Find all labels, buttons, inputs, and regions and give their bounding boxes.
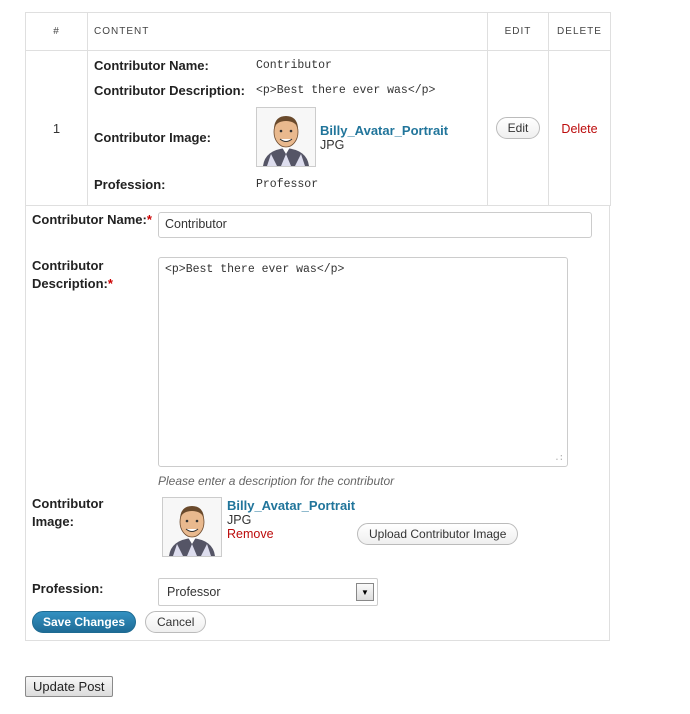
avatar-portrait-icon	[263, 116, 309, 166]
row-number: 1	[25, 50, 88, 206]
upload-image-button[interactable]: Upload Contributor Image	[357, 523, 519, 545]
avatar-thumbnail	[256, 107, 316, 167]
description-hint: Please enter a description for the contr…	[158, 474, 395, 488]
chevron-down-icon[interactable]: ▼	[356, 583, 374, 601]
column-header-delete: DELETE	[548, 12, 611, 51]
delete-cell: Delete	[548, 50, 611, 206]
form-image-type: JPG	[227, 513, 252, 527]
form-name-label: Contributor Name:*	[32, 211, 152, 229]
avatar-portrait-icon	[169, 506, 215, 556]
row-name-value: Contributor	[256, 59, 332, 72]
form-description-label-text: Contributor Description:	[32, 258, 108, 291]
form-image-name-link[interactable]: Billy_Avatar_Portrait	[227, 498, 355, 513]
cancel-button[interactable]: Cancel	[145, 611, 207, 633]
row-image-name-link[interactable]: Billy_Avatar_Portrait	[320, 123, 448, 138]
column-header-edit: EDIT	[487, 12, 549, 51]
remove-image-link[interactable]: Remove	[227, 527, 355, 541]
column-header-number: #	[25, 12, 88, 51]
table-row: 1 Contributor Name: Contributor Contribu…	[25, 50, 611, 206]
form-name-label-text: Contributor Name:	[32, 212, 147, 227]
required-marker: *	[107, 276, 113, 291]
row-profession-label: Profession:	[94, 177, 166, 192]
contributor-name-input[interactable]: Contributor	[158, 212, 592, 238]
form-profession-label: Profession:	[32, 581, 104, 596]
row-description-value: <p>Best there ever was</p>	[256, 83, 436, 97]
contributors-table: # CONTENT EDIT DELETE 1 Contributor Name…	[25, 12, 611, 206]
table-header-row: # CONTENT EDIT DELETE	[25, 12, 611, 51]
row-name-label: Contributor Name:	[94, 58, 209, 73]
column-header-content: CONTENT	[87, 12, 488, 51]
edit-button[interactable]: Edit	[495, 117, 541, 139]
avatar-thumbnail	[162, 497, 222, 557]
resize-grip-icon[interactable]: .:	[554, 453, 564, 463]
contributor-description-textarea[interactable]: <p>Best there ever was</p> .:	[158, 257, 568, 467]
delete-link[interactable]: Delete	[561, 122, 597, 136]
form-image-label: Contributor Image:	[32, 496, 104, 529]
update-post-button[interactable]: Update Post	[25, 676, 113, 697]
profession-select[interactable]: Professor ▼	[158, 578, 378, 606]
edit-contributor-form: Contributor Name:* Contributor Contribut…	[25, 206, 610, 641]
form-image-info: Billy_Avatar_Portrait JPG Remove	[227, 498, 355, 541]
edit-cell: Edit	[487, 50, 549, 206]
form-description-label: Contributor Description:*	[32, 257, 122, 293]
row-image-label: Contributor Image:	[94, 129, 211, 145]
row-content: Contributor Name: Contributor Contributo…	[87, 50, 488, 206]
profession-selected-value: Professor	[167, 585, 221, 599]
row-description-label: Contributor Description:	[94, 82, 245, 98]
row-image-type: JPG	[320, 137, 345, 152]
required-marker: *	[146, 212, 152, 227]
contributors-panel: # CONTENT EDIT DELETE 1 Contributor Name…	[25, 12, 611, 641]
save-changes-button[interactable]: Save Changes	[32, 611, 137, 633]
row-profession-value: Professor	[256, 178, 319, 191]
textarea-value: <p>Best there ever was</p>	[165, 263, 345, 276]
